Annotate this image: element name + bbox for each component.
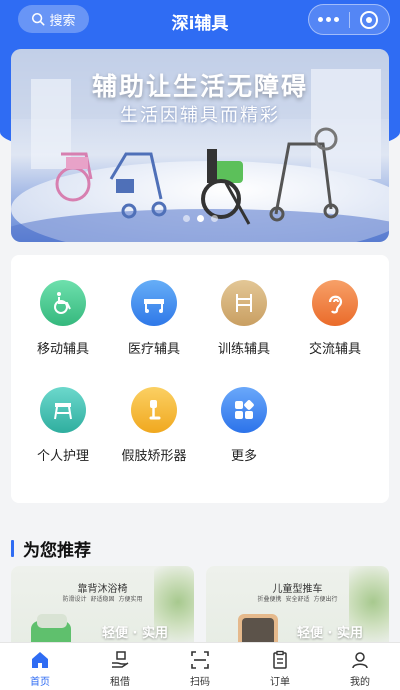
- grid-more-icon: [221, 387, 267, 433]
- carousel-indicator: [11, 215, 389, 222]
- category-training[interactable]: 训练辅具: [199, 280, 289, 357]
- tab-home[interactable]: 首页: [0, 643, 80, 690]
- product-tags: 折叠便携 安全舒适 方便出行: [257, 596, 338, 603]
- category-mobility[interactable]: 移动辅具: [18, 280, 108, 357]
- user-icon: [352, 652, 368, 669]
- category-prosthetics[interactable]: 假肢矫形器: [109, 387, 199, 464]
- carousel-dot-active: [196, 215, 204, 222]
- carousel-dot: [210, 215, 218, 222]
- tab-orders[interactable]: 订单: [240, 643, 320, 690]
- bottom-tab-bar: 首页 租借 扫码 订单 我的: [0, 642, 400, 690]
- hospital-bed-icon: [131, 280, 177, 326]
- banner-subline: 生活因辅具而精彩: [120, 105, 280, 126]
- banner-carousel[interactable]: 辅助让生活无障碍 生活因辅具而精彩: [11, 49, 389, 242]
- title-accent-bar: [11, 540, 14, 557]
- product-tags: 防滑设计 舒适稳固 方便实用: [62, 596, 143, 603]
- more-menu-icon[interactable]: [309, 17, 349, 22]
- product-name: 儿童型推车: [272, 584, 323, 595]
- category-more[interactable]: 更多: [199, 387, 289, 464]
- header: 搜索 深i辅具: [0, 0, 400, 40]
- category-personal-care[interactable]: 个人护理: [18, 387, 108, 464]
- wheelchair-icon: [40, 280, 86, 326]
- banner-headline: 辅助让生活无障碍: [91, 72, 308, 101]
- scan-icon: [191, 651, 209, 669]
- training-icon: [221, 280, 267, 326]
- prosthetic-leg-icon: [131, 387, 177, 433]
- category-card: 移动辅具 医疗辅具 训练辅具 交流辅具 个人护理 假肢矫形器 更多: [11, 255, 389, 503]
- tab-scan[interactable]: 扫码: [160, 643, 240, 690]
- shower-chair-icon: [40, 387, 86, 433]
- tab-rent[interactable]: 租借: [80, 643, 160, 690]
- miniprogram-capsule: [308, 4, 390, 35]
- tab-mine[interactable]: 我的: [320, 643, 400, 690]
- product-name: 靠背沐浴椅: [77, 584, 128, 595]
- recommend-section-title: 为您推荐: [11, 536, 91, 561]
- product-slogan: 轻便 · 实用: [297, 626, 363, 641]
- home-icon: [32, 652, 48, 668]
- category-communication[interactable]: 交流辅具: [290, 280, 380, 357]
- carousel-dot: [182, 215, 190, 222]
- close-program-icon[interactable]: [350, 10, 390, 29]
- order-icon: [273, 650, 287, 669]
- hand-package-icon: [112, 651, 129, 668]
- category-medical[interactable]: 医疗辅具: [109, 280, 199, 357]
- product-slogan: 轻便 · 实用: [102, 626, 168, 641]
- ear-icon: [312, 280, 358, 326]
